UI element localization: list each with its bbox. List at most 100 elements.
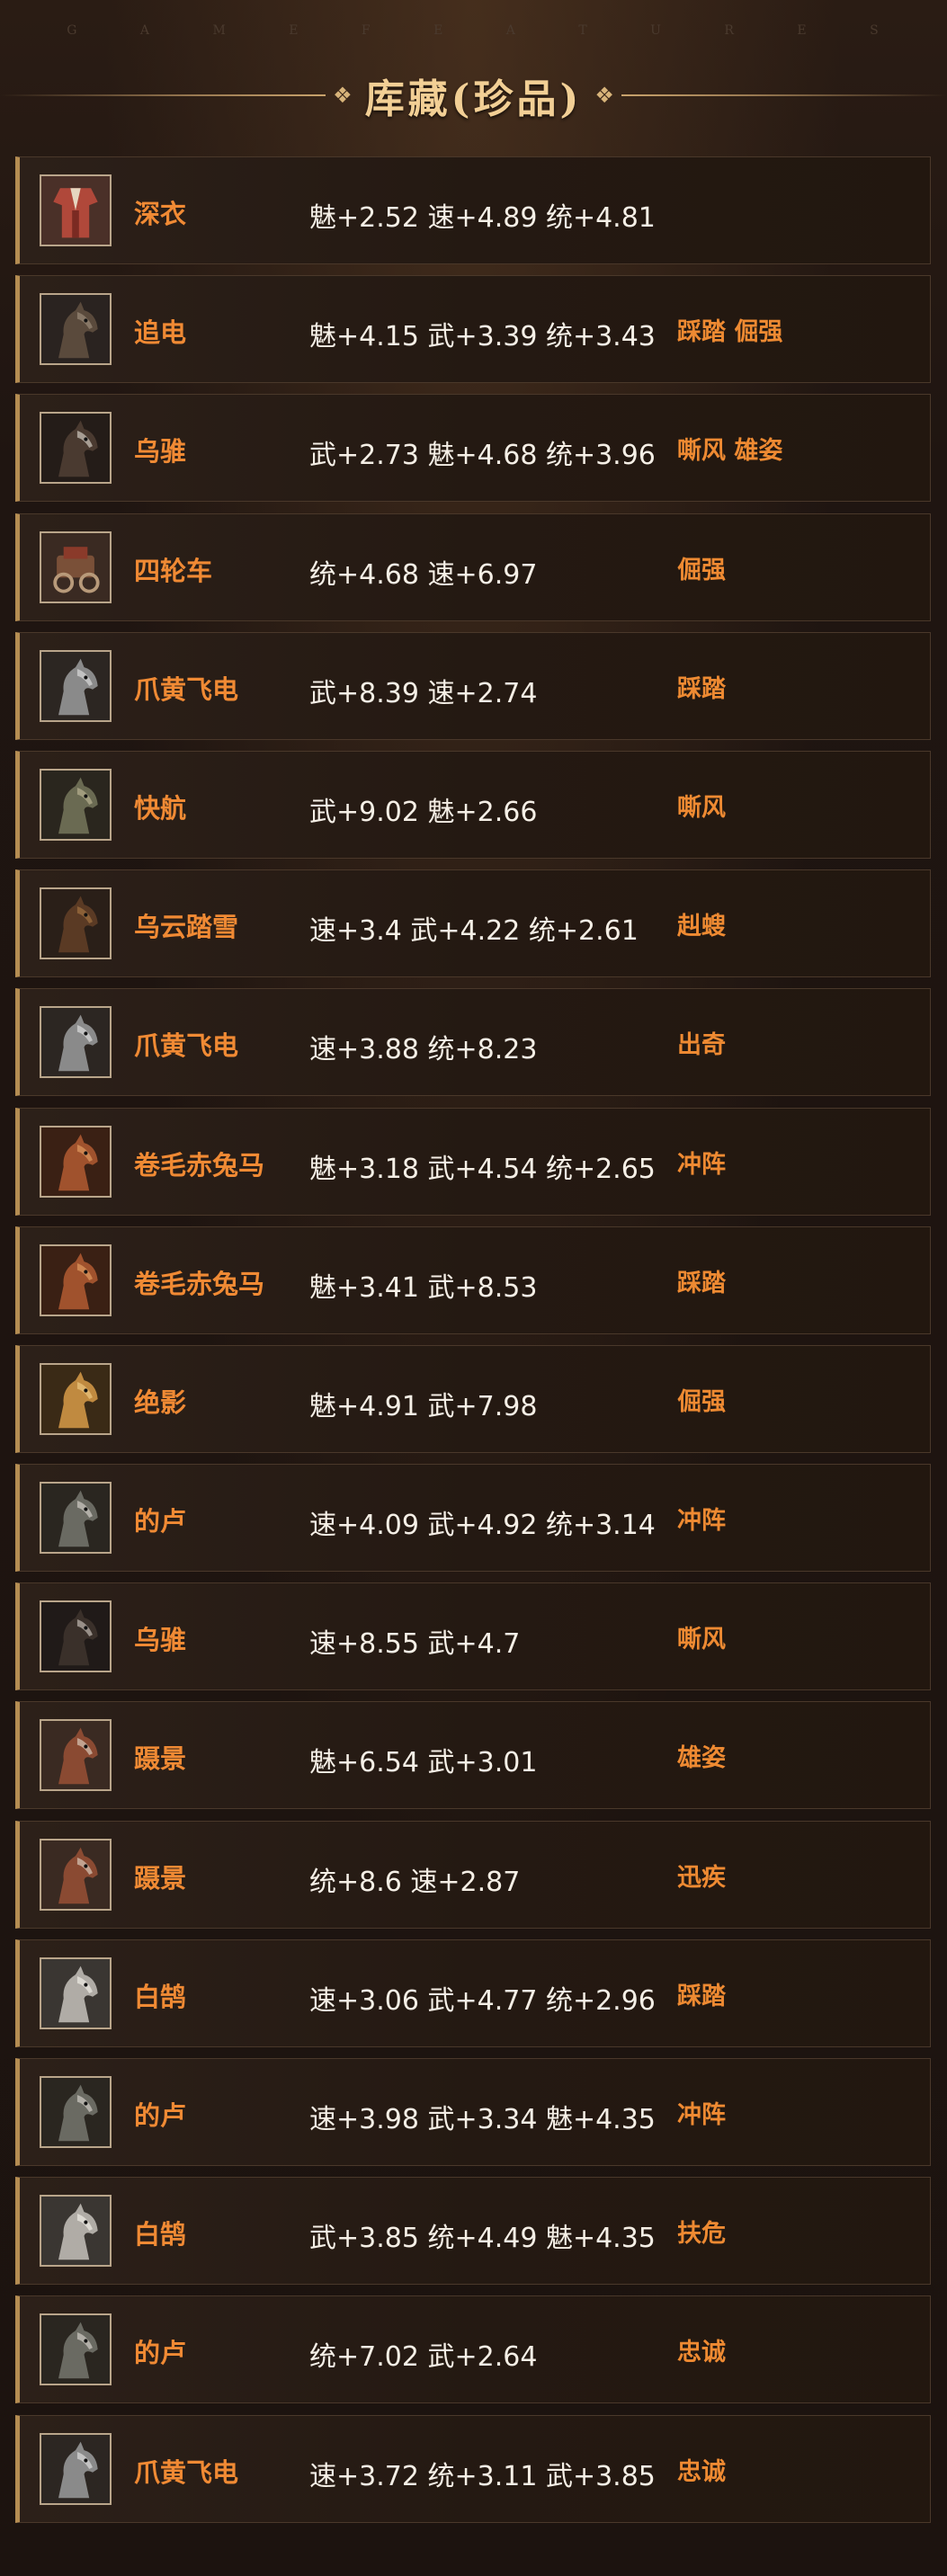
item-name: 白鹄: [134, 2219, 187, 2251]
treasure-row[interactable]: 乌云踏雪 速+3.4 武+4.22 统+2.61 赳螋: [15, 869, 931, 978]
decorative-letter: T: [578, 23, 589, 38]
item-skills: 扶危: [677, 2220, 726, 2249]
item-skills: 嘶风: [677, 1626, 726, 1654]
item-name: 深衣: [134, 199, 187, 229]
item-skills: 踩踏: [677, 1269, 726, 1297]
horse-icon: [40, 1600, 112, 1673]
item-stats: 速+8.55 武+4.7: [309, 1628, 521, 1661]
horse-icon: [40, 1719, 112, 1792]
treasure-row[interactable]: 白鹄 速+3.06 武+4.77 统+2.96 踩踏: [15, 1939, 931, 2047]
item-skills: 踩踏: [677, 1982, 726, 2010]
horse-icon: [40, 1957, 112, 2029]
page: G A M E F E A T U R E S ❖ 库藏(珍品) ❖ 深衣 魅+2.52 速+4.89 …: [0, 0, 947, 2576]
horse-icon: [40, 2076, 112, 2148]
item-skills: 赳螋: [677, 913, 726, 941]
item-name: 卷毛赤兔马: [134, 1149, 265, 1181]
treasure-row[interactable]: 追电 魅+4.15 武+3.39 统+3.43 踩踏 倔强: [15, 275, 931, 384]
decorative-letter: R: [724, 23, 736, 38]
item-stats: 魅+4.15 武+3.39 统+3.43: [309, 321, 656, 353]
treasure-row[interactable]: 快航 武+9.02 魅+2.66 嘶风: [15, 750, 931, 859]
item-name: 乌骓: [134, 436, 187, 468]
horse-icon: [40, 412, 112, 485]
horse-icon: [40, 2313, 112, 2386]
horse-icon: [40, 2195, 112, 2268]
item-stats: 速+4.09 武+4.92 统+3.14: [309, 1510, 656, 1542]
title-divider-left: [0, 94, 326, 96]
decorative-letter: G: [67, 23, 79, 38]
cart-icon: [40, 530, 112, 603]
item-stats: 速+3.4 武+4.22 统+2.61: [309, 915, 639, 948]
item-skills: 忠诚: [677, 2457, 726, 2486]
item-skills: 出奇: [677, 1031, 726, 1060]
treasure-row[interactable]: 乌骓 速+8.55 武+4.7 嘶风: [15, 1582, 931, 1691]
ornament-right-icon: ❖: [594, 83, 614, 108]
decorative-letter: A: [139, 23, 151, 38]
item-stats: 统+4.68 速+6.97: [309, 558, 538, 591]
item-name: 快航: [134, 792, 187, 824]
decorative-letter: E: [797, 23, 809, 38]
item-name: 的卢: [134, 1506, 187, 1538]
item-stats: 武+3.85 统+4.49 魅+4.35: [309, 2223, 656, 2255]
item-skills: 踩踏 倔强: [677, 318, 783, 347]
item-skills: 忠诚: [677, 2339, 726, 2367]
treasure-row[interactable]: 卷毛赤兔马 魅+3.18 武+4.54 统+2.65 冲阵: [15, 1107, 931, 1216]
item-name: 白鹄: [134, 1981, 187, 2012]
item-stats: 武+8.39 速+2.74: [309, 677, 538, 709]
horse-icon: [40, 1362, 112, 1435]
item-skills: 嘶风: [677, 793, 726, 822]
item-skills: 冲阵: [677, 2101, 726, 2129]
item-skills: 冲阵: [677, 1150, 726, 1179]
treasure-row[interactable]: 乌骓 武+2.73 魅+4.68 统+3.96 嘶风 雄姿: [15, 394, 931, 503]
item-stats: 魅+2.52 速+4.89 统+4.81: [309, 202, 656, 234]
item-stats: 魅+3.18 武+4.54 统+2.65: [309, 1153, 656, 1185]
decorative-letter: F: [361, 23, 372, 38]
decorative-letter: A: [505, 23, 517, 38]
treasure-row[interactable]: 爪黄飞电 速+3.88 统+8.23 出奇: [15, 988, 931, 1097]
treasure-list: 深衣 魅+2.52 速+4.89 统+4.81 追电 魅+4.15 武+3.39 统…: [15, 156, 931, 2534]
horse-icon: [40, 1006, 112, 1079]
item-name: 的卢: [134, 2100, 187, 2131]
item-name: 追电: [134, 317, 187, 349]
item-skills: 雄姿: [677, 1744, 726, 1773]
item-name: 蹑景: [134, 1862, 187, 1894]
title-row: ❖ 库藏(珍品) ❖: [0, 63, 947, 128]
treasure-row[interactable]: 的卢 速+4.09 武+4.92 统+3.14 冲阵: [15, 1464, 931, 1573]
treasure-row[interactable]: 白鹄 武+3.85 统+4.49 魅+4.35 扶危: [15, 2177, 931, 2286]
robe-icon: [40, 174, 112, 246]
item-stats: 魅+3.41 武+8.53: [309, 1271, 538, 1304]
item-skills: 倔强: [677, 556, 726, 584]
item-name: 爪黄飞电: [134, 1030, 239, 1062]
item-name: 乌骓: [134, 1625, 187, 1656]
item-name: 爪黄飞电: [134, 2456, 239, 2488]
item-name: 蹑景: [134, 1743, 187, 1775]
item-skills: 迅疾: [677, 1863, 726, 1892]
treasure-row[interactable]: 卷毛赤兔马 魅+3.41 武+8.53 踩踏: [15, 1226, 931, 1334]
decorative-letter: S: [870, 23, 880, 38]
treasure-row[interactable]: 四轮车 统+4.68 速+6.97 倔强: [15, 513, 931, 621]
horse-icon: [40, 1125, 112, 1198]
treasure-row[interactable]: 深衣 魅+2.52 速+4.89 统+4.81: [15, 156, 931, 264]
item-name: 四轮车: [134, 555, 213, 586]
horse-icon: [40, 887, 112, 960]
treasure-row[interactable]: 蹑景 魅+6.54 武+3.01 雄姿: [15, 1701, 931, 1810]
horse-icon: [40, 1243, 112, 1316]
item-name: 爪黄飞电: [134, 673, 239, 705]
item-skills: 倔强: [677, 1387, 726, 1416]
treasure-row[interactable]: 的卢 统+7.02 武+2.64 忠诚: [15, 2295, 931, 2404]
treasure-row[interactable]: 蹑景 统+8.6 速+2.87 迅疾: [15, 1820, 931, 1929]
horse-icon: [40, 1482, 112, 1555]
item-stats: 统+7.02 武+2.64: [309, 2341, 538, 2374]
treasure-row[interactable]: 爪黄飞电 武+8.39 速+2.74 踩踏: [15, 631, 931, 740]
item-name: 乌云踏雪: [134, 912, 239, 943]
horse-icon: [40, 2432, 112, 2505]
treasure-row[interactable]: 的卢 速+3.98 武+3.34 魅+4.35 冲阵: [15, 2058, 931, 2166]
ornament-left-icon: ❖: [333, 83, 353, 108]
horse-icon: [40, 293, 112, 366]
treasure-row[interactable]: 爪黄飞电 速+3.72 统+3.11 武+3.85 忠诚: [15, 2414, 931, 2523]
item-stats: 速+3.88 统+8.23: [309, 1034, 538, 1066]
item-name: 卷毛赤兔马: [134, 1268, 265, 1299]
item-skills: 冲阵: [677, 1507, 726, 1536]
page-title: 库藏(珍品): [364, 76, 583, 122]
decorative-letter: U: [650, 23, 663, 38]
treasure-row[interactable]: 绝影 魅+4.91 武+7.98 倔强: [15, 1344, 931, 1453]
